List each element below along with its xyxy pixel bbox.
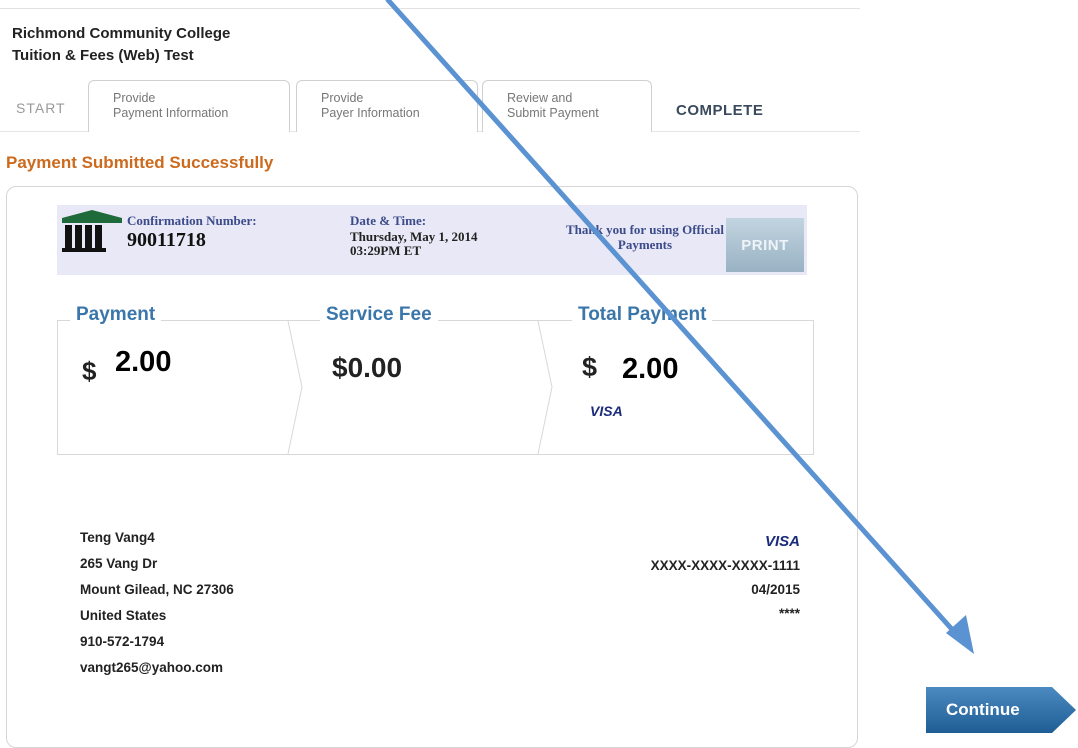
organization-subtitle: Tuition & Fees (Web) Test bbox=[12, 47, 194, 64]
payer-address-block: Teng Vang4 265 Vang Dr Mount Gilead, NC … bbox=[80, 525, 234, 681]
step-label-line2: Payer Information bbox=[321, 106, 420, 120]
card-brand: VISA bbox=[764, 533, 800, 550]
step-complete: COMPLETE bbox=[676, 102, 764, 119]
organization-name: Richmond Community College bbox=[12, 25, 231, 42]
payer-country: United States bbox=[80, 608, 167, 623]
step-review-submit: Review and Submit Payment bbox=[482, 80, 652, 132]
step-label-line1: Review and bbox=[507, 91, 573, 105]
organization-header: Richmond Community College Tuition & Fee… bbox=[12, 23, 230, 67]
thank-you-message: Thank you for using Official Payments bbox=[566, 222, 724, 252]
official-payments-logo-icon bbox=[62, 210, 122, 252]
service-fee-heading: Service Fee bbox=[320, 304, 438, 326]
continue-button[interactable]: Continue bbox=[926, 687, 1076, 733]
total-payment-amount: 2.00 bbox=[622, 353, 679, 385]
service-fee-amount: $0.00 bbox=[332, 352, 403, 383]
amounts-panel bbox=[57, 320, 814, 455]
step-start: START bbox=[16, 100, 66, 116]
print-button[interactable]: PRINT bbox=[726, 218, 804, 272]
amounts-dividers bbox=[287, 321, 553, 454]
step-label-line2: Submit Payment bbox=[507, 106, 599, 120]
step-payer-information: Provide Payer Information bbox=[296, 80, 478, 132]
payment-time: 03:29PM ET bbox=[350, 243, 422, 258]
step-label-line1: Provide bbox=[321, 91, 364, 105]
payment-amount: 2.00 bbox=[115, 346, 172, 378]
step-label-line2: Payment Information bbox=[113, 106, 229, 120]
payer-phone: 910-572-1794 bbox=[80, 634, 165, 649]
payer-name: Teng Vang4 bbox=[80, 530, 155, 545]
success-message: Payment Submitted Successfully bbox=[6, 153, 274, 172]
top-divider bbox=[0, 8, 860, 9]
payer-city-state-zip: Mount Gilead, NC 27306 bbox=[80, 582, 234, 597]
step-payment-information: Provide Payment Information bbox=[88, 80, 290, 132]
step-label-line1: Provide bbox=[113, 91, 156, 105]
payer-email: vangt265@yahoo.com bbox=[80, 660, 223, 675]
card-info-block: VISA XXXX-XXXX-XXXX-1111 04/2015 **** bbox=[651, 530, 800, 626]
total-currency-symbol: $ bbox=[582, 352, 598, 382]
card-number: XXXX-XXXX-XXXX-1111 bbox=[650, 558, 800, 573]
total-payment-heading: Total Payment bbox=[572, 304, 713, 326]
confirmation-number-label: Confirmation Number: bbox=[127, 213, 257, 228]
confirmation-number: 90011718 bbox=[127, 229, 206, 251]
visa-logo-icon: VISA bbox=[590, 403, 623, 419]
payment-heading: Payment bbox=[70, 304, 162, 326]
card-expiry: 04/2015 bbox=[751, 582, 800, 597]
date-time-label: Date & Time: bbox=[350, 213, 427, 228]
payment-currency-symbol: $ bbox=[82, 356, 97, 386]
payer-street: 265 Vang Dr bbox=[80, 556, 158, 571]
card-cvv: **** bbox=[778, 606, 800, 621]
progress-steps: START Provide Payment Information Provid… bbox=[0, 78, 860, 132]
